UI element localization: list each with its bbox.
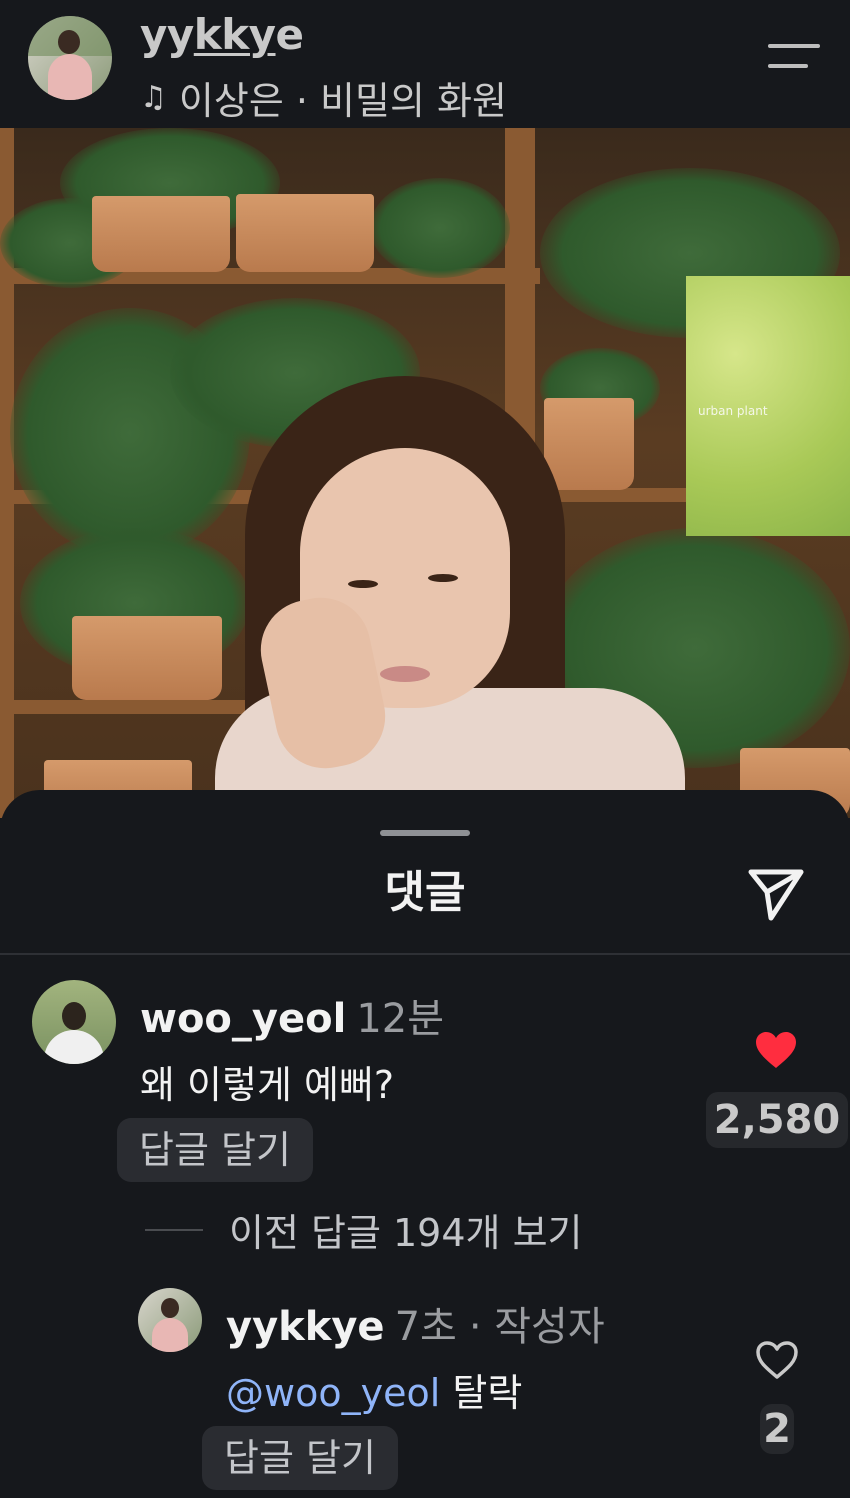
avatar-body — [48, 54, 92, 100]
person-lips — [380, 666, 430, 682]
reply-button[interactable]: 답글 달기 — [202, 1426, 398, 1490]
like-count: 2,580 — [706, 1092, 848, 1148]
view-previous-label: 이전 답글 194개 보기 — [229, 1211, 583, 1255]
pot — [92, 196, 230, 272]
sheet-title: 댓글 — [384, 867, 466, 918]
heart-outline-icon[interactable] — [755, 1340, 799, 1384]
like-count: 2 — [760, 1404, 794, 1454]
author-avatar[interactable] — [28, 16, 112, 100]
poster-text: urban plant — [698, 404, 768, 418]
post-photo[interactable]: urban plant — [0, 128, 850, 818]
reply-time: 7초 — [394, 1304, 457, 1350]
comments-sheet: 댓글 woo_yeol 12분 왜 이렇게 예뻐? 답글 달기 2,580 이전 … — [0, 790, 850, 1498]
username-part: yy — [140, 10, 194, 59]
comment-text: 왜 이렇게 예뻐? — [140, 1063, 395, 1107]
poster: urban plant — [686, 276, 850, 536]
comment-time: 12분 — [356, 996, 445, 1042]
divider — [0, 953, 850, 955]
avatar-face — [58, 30, 80, 54]
pot — [236, 194, 374, 272]
pot — [72, 616, 222, 700]
person-eye — [348, 580, 378, 588]
story-header: yykkye ♫ 이상은 · 비밀의 화원 — [0, 0, 850, 128]
menu-icon[interactable] — [760, 40, 820, 80]
mention-link[interactable]: @woo_yeol — [226, 1371, 440, 1415]
divider-dash — [145, 1228, 203, 1231]
reply-header: yykkye 7초 · 작성자 — [226, 1294, 605, 1352]
reply-button[interactable]: 답글 달기 — [117, 1118, 313, 1182]
heart-filled-icon[interactable] — [754, 1030, 798, 1074]
person-eye — [428, 574, 458, 582]
replier-username[interactable]: yykkye — [226, 1304, 385, 1350]
view-previous-replies[interactable]: 이전 답글 194개 보기 — [145, 1202, 583, 1257]
username-part-underlined: kky — [193, 10, 276, 59]
shelf — [0, 700, 260, 714]
music-note-icon: ♫ — [140, 80, 167, 115]
song-title: 이상은 · 비밀의 화원 — [178, 79, 507, 123]
reply-text: @woo_yeol 탈락 — [226, 1362, 522, 1417]
send-icon[interactable] — [745, 862, 807, 924]
replier-avatar[interactable] — [138, 1288, 202, 1352]
username-part: e — [275, 10, 305, 59]
pot — [544, 398, 634, 490]
comment-header: woo_yeol 12분 — [140, 986, 444, 1044]
author-badge: · 작성자 — [468, 1304, 605, 1350]
plant — [370, 178, 510, 278]
commenter-avatar[interactable] — [32, 980, 116, 1064]
music-info[interactable]: ♫ 이상은 · 비밀의 화원 — [140, 70, 507, 125]
commenter-username[interactable]: woo_yeol — [140, 996, 346, 1042]
author-username[interactable]: yykkye — [140, 10, 304, 59]
reply-body: 탈락 — [452, 1371, 523, 1415]
sheet-grabber[interactable] — [380, 830, 470, 836]
